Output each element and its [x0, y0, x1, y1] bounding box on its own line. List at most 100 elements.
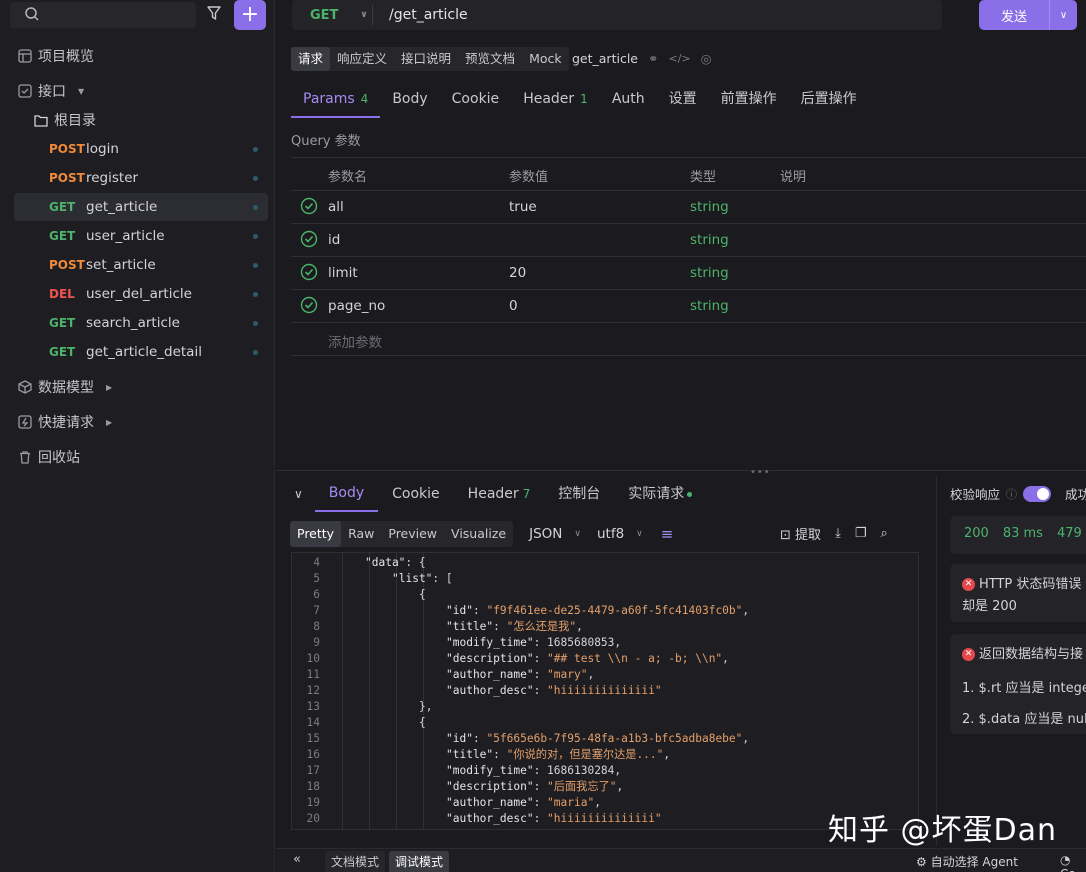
response-code-viewer[interactable]: 4 "data": {5 "list": [6{7 "id": "f9f461ee-d…: [291, 552, 919, 830]
code-token: :: [493, 748, 507, 761]
format-pretty[interactable]: Pretty: [290, 521, 342, 547]
extract-button[interactable]: ⊡ 提取: [780, 524, 821, 543]
tab-post-operations[interactable]: 后置操作: [789, 82, 869, 118]
doc-mode-tab[interactable]: 文档模式: [325, 851, 386, 872]
check-icon[interactable]: [300, 197, 318, 219]
endpoint-name: register: [86, 170, 139, 186]
debug-mode-tab[interactable]: 调试模式: [389, 851, 450, 872]
method-select[interactable]: GET ∨: [292, 8, 372, 23]
tab-preview-doc[interactable]: 预览文档: [458, 47, 522, 71]
download-icon[interactable]: ⤓: [835, 526, 841, 541]
code-line: 17 "modify_time": 1686130284,: [292, 763, 918, 779]
error-detail: 却是 200: [962, 599, 1017, 614]
language-select[interactable]: JSON ∨: [529, 526, 581, 542]
param-value[interactable]: true: [509, 199, 537, 215]
collapse-sidebar-icon[interactable]: «: [293, 852, 301, 867]
copy-icon[interactable]: ❐: [855, 526, 867, 541]
param-name[interactable]: limit: [328, 265, 358, 281]
add-button[interactable]: +: [234, 0, 266, 30]
code-token: :: [533, 652, 548, 665]
palette-icon[interactable]: ◎: [701, 51, 712, 66]
status-dot: [253, 204, 258, 210]
param-value[interactable]: 0: [509, 298, 518, 314]
panel-divider[interactable]: [276, 470, 1086, 471]
format-raw[interactable]: Raw: [341, 521, 381, 547]
code-token: "怎么还是我": [506, 620, 577, 633]
code-token: ,: [663, 748, 671, 761]
error-text: 返回数据结构与接: [979, 647, 1084, 662]
tab-auth[interactable]: Auth: [600, 82, 657, 118]
endpoint-item[interactable]: GET user_article: [14, 222, 268, 250]
help-icon[interactable]: ⓘ: [1006, 486, 1017, 502]
param-type[interactable]: string: [690, 298, 729, 314]
tab-response-cookie[interactable]: Cookie: [378, 477, 454, 511]
check-icon[interactable]: [300, 230, 318, 252]
agent-select[interactable]: ⚙ 自动选择 Agent: [916, 853, 1018, 870]
check-icon[interactable]: [300, 296, 318, 318]
validate-toggle[interactable]: [1023, 485, 1052, 502]
tab-response-body[interactable]: Body: [314, 476, 379, 512]
caret-right-icon: ▶: [106, 382, 113, 392]
add-param-row[interactable]: 添加参数: [291, 323, 1086, 356]
root-folder[interactable]: 根目录: [34, 110, 96, 130]
endpoint-item[interactable]: POST register: [14, 164, 268, 192]
code-token: ,: [722, 652, 729, 665]
encoding-select[interactable]: utf8 ∨: [597, 526, 643, 542]
param-type[interactable]: string: [690, 232, 729, 248]
tab-body[interactable]: Body: [380, 82, 439, 118]
wrap-lines-icon[interactable]: ≡: [661, 525, 674, 543]
tab-request[interactable]: 请求: [291, 47, 331, 71]
nav-api[interactable]: 接口 ▼: [18, 81, 84, 101]
tab-settings[interactable]: 设置: [657, 82, 709, 118]
drag-handle-icon[interactable]: •••: [750, 467, 771, 478]
send-button[interactable]: 发送 ∨: [979, 0, 1077, 30]
tab-response-header[interactable]: Header 7: [454, 477, 545, 511]
param-name[interactable]: id: [328, 232, 340, 248]
tab-actual-request[interactable]: 实际请求: [614, 477, 706, 511]
nav-data-model[interactable]: 数据模型 ▶: [18, 377, 112, 397]
tab-console[interactable]: 控制台: [544, 477, 614, 511]
bottom-bar: « 文档模式 调试模式 ⚙ 自动选择 Agent ◔ Co: [276, 848, 1086, 872]
endpoint-item[interactable]: POST login: [14, 135, 268, 163]
search-icon[interactable]: ⌕: [880, 526, 887, 541]
tab-response-definition[interactable]: 响应定义: [330, 47, 394, 71]
param-name[interactable]: page_no: [328, 298, 385, 314]
code-text: "title": "怎么还是我",: [446, 619, 583, 635]
endpoint-item[interactable]: GET search_article: [14, 309, 268, 337]
tab-mock[interactable]: Mock: [522, 47, 569, 71]
caret-down-icon: ▼: [78, 86, 85, 96]
filter-button[interactable]: [200, 2, 228, 28]
code-icon[interactable]: </>: [668, 52, 690, 65]
tab-cookie[interactable]: Cookie: [440, 82, 512, 118]
endpoint-item[interactable]: DEL user_del_article: [14, 280, 268, 308]
nav-trash[interactable]: 回收站: [18, 447, 80, 467]
endpoint-name: set_article: [86, 257, 156, 273]
check-icon[interactable]: [300, 263, 318, 285]
endpoint-item[interactable]: GET get_article_detail: [14, 338, 268, 366]
tab-pre-operations[interactable]: 前置操作: [709, 82, 789, 118]
cookie-button[interactable]: ◔ Co: [1060, 853, 1086, 872]
nav-project-overview[interactable]: 项目概览: [18, 46, 94, 66]
request-subtabs: 请求 响应定义 接口说明 预览文档 Mock: [291, 47, 569, 71]
endpoint-item-active[interactable]: GET get_article: [14, 193, 268, 221]
tab-params[interactable]: Params 4: [291, 82, 381, 118]
param-value[interactable]: 20: [509, 265, 526, 281]
tab-label: Header: [523, 91, 575, 107]
url-input[interactable]: /get_article: [373, 7, 468, 23]
format-preview[interactable]: Preview: [381, 521, 444, 547]
endpoint-item[interactable]: POST set_article: [14, 251, 268, 279]
param-type[interactable]: string: [690, 265, 729, 281]
chevron-down-icon[interactable]: ∨: [1049, 0, 1077, 30]
format-visualize[interactable]: Visualize: [444, 521, 513, 547]
tab-api-description[interactable]: 接口说明: [394, 47, 458, 71]
add-param-placeholder[interactable]: 添加参数: [328, 331, 382, 351]
nav-quick-request[interactable]: 快捷请求 ▶: [18, 412, 112, 432]
sidebar-search-input[interactable]: [10, 2, 196, 28]
param-name[interactable]: all: [328, 199, 344, 215]
error-title: ✕ 返回数据结构与接: [962, 643, 1083, 662]
link-icon[interactable]: ⚭: [648, 51, 658, 66]
param-type[interactable]: string: [690, 199, 729, 215]
tab-header[interactable]: Header 1: [511, 82, 600, 118]
collapse-chevron-icon[interactable]: ∨: [290, 487, 315, 501]
code-token: ,: [587, 668, 595, 681]
